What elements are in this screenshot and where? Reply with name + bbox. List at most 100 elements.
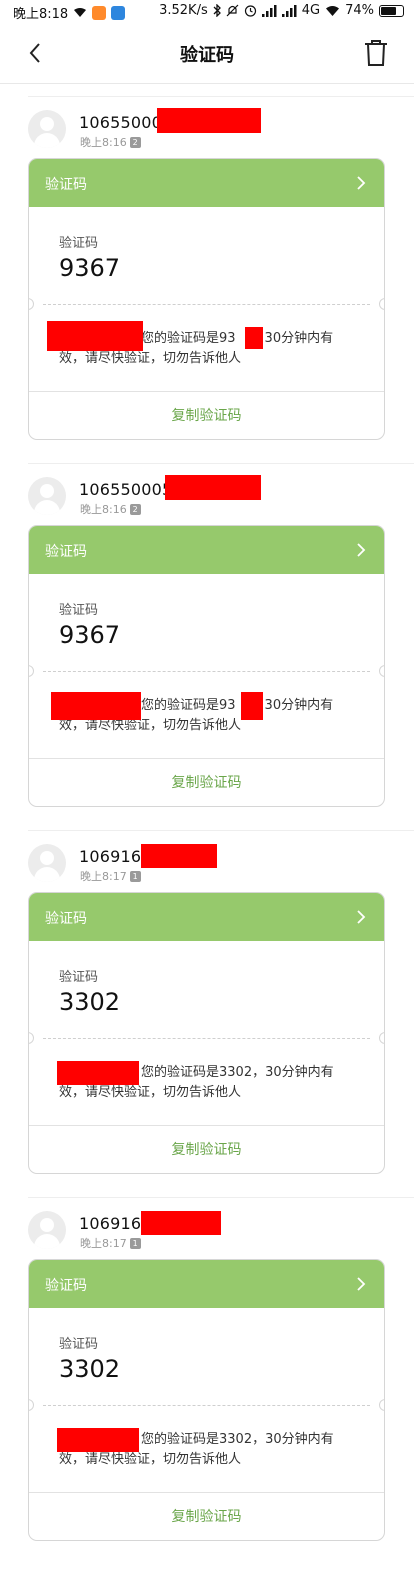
copy-code-button[interactable]: 复制验证码 [29, 1492, 384, 1540]
message-text: 您的验证码是93 [141, 698, 236, 713]
mute-icon [226, 4, 239, 17]
card-header[interactable]: 验证码 [29, 526, 384, 574]
verification-code: 3302 [59, 1355, 121, 1383]
chevron-right-icon [357, 176, 366, 190]
message-text: ，30分钟内有 [252, 1065, 334, 1080]
code-caption: 验证码 [59, 970, 99, 985]
sim-badge: 2 [129, 503, 141, 515]
card-notch [29, 298, 34, 310]
message-text: 效，请尽快验证，切勿告诉他人 [59, 1085, 242, 1100]
verification-code: 9367 [59, 621, 121, 649]
card-notch [379, 1399, 384, 1411]
redaction-mark [57, 1428, 139, 1452]
redaction-mark [57, 1061, 139, 1085]
copy-code-button[interactable]: 复制验证码 [29, 391, 384, 439]
code-caption: 验证码 [59, 1337, 99, 1352]
time-label: 晚上8:17 [80, 870, 127, 883]
sim-badge: 1 [129, 1237, 141, 1249]
message-body: 您的验证码是3302，30分钟内有 效，请尽快验证，切勿告诉他人 [57, 1428, 364, 1470]
card-header[interactable]: 验证码 [29, 159, 384, 207]
message-text: ，30分钟内有 [251, 331, 334, 346]
dashed-divider [43, 304, 370, 305]
wifi-icon [326, 5, 340, 16]
card-title: 验证码 [45, 544, 87, 560]
verification-card: 验证码 验证码 3302 您的验证码是3302，30分钟内有 效，请尽快验证，切… [28, 1259, 385, 1541]
redaction-mark [141, 844, 217, 868]
message-time: 晚上8:16 2 [80, 501, 141, 517]
battery-icon [379, 4, 404, 17]
message-time: 晚上8:17 1 [80, 868, 141, 884]
message-text: ，30分钟内有 [251, 698, 334, 713]
trash-icon[interactable] [362, 38, 390, 68]
message-text: 您的验证码是3302 [141, 1065, 253, 1080]
code-caption: 验证码 [59, 603, 99, 618]
sim-badge: 2 [129, 136, 141, 148]
signal-icon [281, 4, 297, 17]
message-thread: 106550005 晚上8:16 2 验证码 验证码 9367 您的验证码是93… [0, 96, 414, 463]
signal-icon [261, 4, 277, 17]
nav-bar: 验证码 [0, 22, 414, 84]
avatar[interactable] [28, 1211, 66, 1249]
card-notch [379, 665, 384, 677]
dashed-divider [43, 1405, 370, 1406]
message-body: 您的验证码是93 ，30分钟内有 效，请尽快验证，切勿告诉他人 [51, 692, 364, 736]
message-time: 晚上8:16 2 [80, 134, 141, 150]
card-title: 验证码 [45, 1278, 87, 1294]
redaction-mark [47, 321, 143, 351]
page-title: 验证码 [180, 45, 234, 66]
card-notch [379, 298, 384, 310]
card-notch [379, 1032, 384, 1044]
card-header[interactable]: 验证码 [29, 893, 384, 941]
message-text: 效，请尽快验证，切勿告诉他人 [59, 1452, 242, 1467]
network-speed: 3.52K/s [159, 3, 208, 18]
status-time: 晚上8:18 [13, 7, 69, 22]
time-label: 晚上8:17 [80, 1237, 127, 1250]
card-header[interactable]: 验证码 [29, 1260, 384, 1308]
message-time: 晚上8:17 1 [80, 1235, 141, 1251]
copy-code-button[interactable]: 复制验证码 [29, 758, 384, 806]
divider [28, 1197, 414, 1198]
redaction-mark [165, 475, 261, 500]
message-text: 您的验证码是93 [141, 331, 236, 346]
status-bar: 晚上8:18 3.52K/s 4G 74% [0, 0, 414, 22]
chevron-right-icon [357, 910, 366, 924]
card-notch [29, 665, 34, 677]
sim-badge: 1 [129, 870, 141, 882]
network-type: 4G [301, 3, 321, 18]
avatar[interactable] [28, 477, 66, 515]
code-caption: 验证码 [59, 236, 99, 251]
message-thread: 1069166 晚上8:17 1 验证码 验证码 3302 您的验证码是3302… [0, 830, 414, 1197]
time-label: 晚上8:16 [80, 503, 127, 516]
chevron-right-icon [357, 543, 366, 557]
message-text: ，30分钟内有 [252, 1432, 334, 1447]
message-body: 您的验证码是93 ，30分钟内有 效，请尽快验证，切勿告诉他人 [47, 321, 364, 369]
message-body: 您的验证码是3302，30分钟内有 效，请尽快验证，切勿告诉他人 [57, 1061, 364, 1103]
verification-code: 9367 [59, 254, 121, 282]
avatar[interactable] [28, 844, 66, 882]
message-text: 您的验证码是3302 [141, 1432, 253, 1447]
dashed-divider [43, 671, 370, 672]
bluetooth-icon [213, 4, 221, 17]
verification-card: 验证码 验证码 9367 您的验证码是93 ，30分钟内有 效，请尽快验证，切勿告… [28, 525, 385, 807]
copy-code-button[interactable]: 复制验证码 [29, 1125, 384, 1173]
card-title: 验证码 [45, 911, 87, 927]
avatar[interactable] [28, 110, 66, 148]
app-icon-orange [92, 5, 107, 20]
message-thread: 1065500053 晚上8:16 2 验证码 验证码 9367 您的验证码是9… [0, 463, 414, 830]
redaction-mark [51, 692, 141, 720]
divider [28, 96, 414, 97]
divider [28, 830, 414, 831]
time-label: 晚上8:16 [80, 136, 127, 149]
divider [28, 463, 414, 464]
verification-card: 验证码 验证码 3302 您的验证码是3302，30分钟内有 效，请尽快验证，切… [28, 892, 385, 1174]
redaction-mark [141, 1211, 221, 1235]
redaction-mark [241, 692, 263, 720]
dashed-divider [43, 1038, 370, 1039]
message-text: 效，请尽快验证，切勿告诉他人 [59, 351, 242, 366]
verification-code: 3302 [59, 988, 121, 1016]
message-thread: 1069166 晚上8:17 1 验证码 验证码 3302 您的验证码是3302… [0, 1197, 414, 1564]
card-notch [29, 1399, 34, 1411]
battery-percent: 74% [345, 3, 374, 18]
alarm-icon [244, 5, 256, 17]
app-icon-blue [111, 5, 126, 20]
